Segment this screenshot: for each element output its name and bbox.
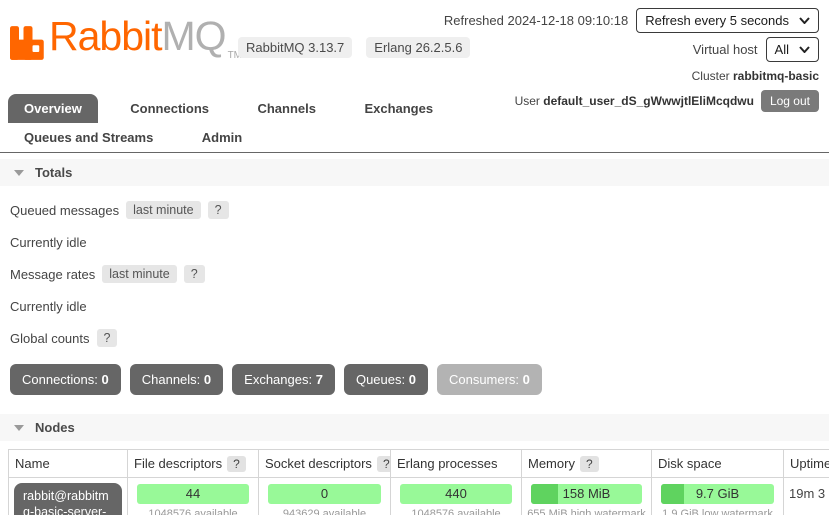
logo-mq-text: MQ xyxy=(162,13,226,59)
col-erlang-processes: Erlang processes xyxy=(391,450,522,478)
refresh-row: Refreshed 2024-12-18 09:10:18 Refresh ev… xyxy=(444,8,819,33)
logout-button[interactable]: Log out xyxy=(761,90,819,112)
queued-messages-status: Currently idle xyxy=(10,235,829,250)
cluster-label: Cluster xyxy=(692,69,730,83)
rabbitmq-overview-page: RabbitMQ TM RabbitMQ 3.13.7 Erlang 26.2.… xyxy=(0,0,829,515)
socket-descriptors-detail: 943629 available xyxy=(264,508,385,515)
tab-admin[interactable]: Admin xyxy=(186,123,258,152)
nodes-section-header[interactable]: Nodes xyxy=(0,414,829,441)
consumers-count-button[interactable]: Consumers: 0 xyxy=(437,364,542,395)
tab-channels[interactable]: Channels xyxy=(241,94,332,123)
channels-count-button[interactable]: Channels: 0 xyxy=(130,364,223,395)
queued-messages-line: Queued messages last minute ? xyxy=(10,201,829,219)
col-socket-descriptors: Socket descriptors? xyxy=(259,450,391,478)
queued-messages-range-selector[interactable]: last minute xyxy=(126,201,200,219)
memory-bar: 158 MiB xyxy=(531,484,642,504)
collapse-triangle-icon xyxy=(14,425,24,431)
file-descriptors-cell: 44 1048576 available xyxy=(128,478,259,515)
logo-rabbit-text: Rabbit xyxy=(49,13,162,59)
uptime-value: 19m 3 xyxy=(789,483,829,501)
nodes-table-header-row: Name File descriptors? Socket descriptor… xyxy=(9,450,829,478)
message-rates-help[interactable]: ? xyxy=(184,265,205,283)
tab-queues-and-streams[interactable]: Queues and Streams xyxy=(8,123,169,152)
virtual-host-select[interactable]: All xyxy=(766,37,819,62)
disk-space-bar: 9.7 GiB xyxy=(661,484,774,504)
message-rates-label: Message rates xyxy=(10,267,95,282)
col-uptime: Uptime xyxy=(784,450,829,478)
cluster-row: Cluster rabbitmq-basic xyxy=(444,69,819,83)
virtual-host-row: Virtual host All xyxy=(444,37,819,62)
queues-count-button[interactable]: Queues: 0 xyxy=(344,364,428,395)
refresh-interval-select[interactable]: Refresh every 5 seconds xyxy=(636,8,819,33)
node-name-cell: rabbit@rabbitmq-basic-server-0.rabbitmq-… xyxy=(9,478,128,515)
chevron-down-icon xyxy=(799,46,810,53)
user-label: User xyxy=(515,94,540,108)
version-badges: RabbitMQ 3.13.7 Erlang 26.2.5.6 xyxy=(238,37,470,58)
message-rates-range-selector[interactable]: last minute xyxy=(102,265,176,283)
refreshed-timestamp: Refreshed 2024-12-18 09:10:18 xyxy=(444,13,628,28)
file-descriptors-bar: 44 xyxy=(137,484,249,504)
file-descriptors-detail: 1048576 available xyxy=(133,508,253,515)
rabbitmq-logo[interactable]: RabbitMQ TM xyxy=(10,16,242,65)
memory-help[interactable]: ? xyxy=(580,456,599,472)
col-file-descriptors: File descriptors? xyxy=(128,450,259,478)
message-rates-line: Message rates last minute ? xyxy=(10,265,829,283)
virtual-host-label: Virtual host xyxy=(693,42,758,57)
node-name-badge[interactable]: rabbit@rabbitmq-basic-server-0.rabbitmq-… xyxy=(14,483,122,515)
uptime-cell: 19m 3 xyxy=(784,478,829,515)
socket-descriptors-help[interactable]: ? xyxy=(377,456,391,472)
erlang-processes-detail: 1048576 available xyxy=(396,508,516,515)
rabbitmq-rabbit-icon xyxy=(10,26,46,65)
global-counts-label: Global counts xyxy=(10,331,90,346)
header: RabbitMQ TM RabbitMQ 3.13.7 Erlang 26.2.… xyxy=(0,0,829,92)
logo-wordmark: RabbitMQ xyxy=(49,16,226,57)
col-name: Name xyxy=(9,450,128,478)
tabs-divider xyxy=(0,152,829,153)
node-row: rabbit@rabbitmq-basic-server-0.rabbitmq-… xyxy=(9,478,829,515)
topbar-right: Refreshed 2024-12-18 09:10:18 Refresh ev… xyxy=(444,8,819,112)
tabs-row-2: Queues and Streams Admin xyxy=(8,123,829,152)
chevron-down-icon xyxy=(799,17,810,24)
queued-messages-label: Queued messages xyxy=(10,203,119,218)
col-disk-space: Disk space xyxy=(652,450,784,478)
erlang-processes-cell: 440 1048576 available xyxy=(391,478,522,515)
connections-count-button[interactable]: Connections: 0 xyxy=(10,364,121,395)
socket-descriptors-bar: 0 xyxy=(268,484,381,504)
user-row: User default_user_dS_gWwwjtlEliMcqdwu Lo… xyxy=(444,90,819,112)
cluster-name: rabbitmq-basic xyxy=(733,69,819,83)
exchanges-count-button[interactable]: Exchanges: 7 xyxy=(232,364,335,395)
nodes-section-title: Nodes xyxy=(35,420,75,435)
disk-space-detail: 1.9 GiB low watermark xyxy=(657,508,778,515)
queued-messages-help[interactable]: ? xyxy=(208,201,229,219)
nodes-table: Name File descriptors? Socket descriptor… xyxy=(8,449,829,515)
tab-exchanges[interactable]: Exchanges xyxy=(348,94,449,123)
memory-cell: 158 MiB 655 MiB high watermark xyxy=(522,478,652,515)
totals-section-title: Totals xyxy=(35,165,72,180)
tab-overview[interactable]: Overview xyxy=(8,94,98,123)
disk-space-cell: 9.7 GiB 1.9 GiB low watermark xyxy=(652,478,784,515)
user-name: default_user_dS_gWwwjtlEliMcqdwu xyxy=(543,94,754,108)
global-counts-help[interactable]: ? xyxy=(97,329,118,347)
collapse-triangle-icon xyxy=(14,170,24,176)
erlang-processes-bar: 440 xyxy=(400,484,512,504)
tab-connections[interactable]: Connections xyxy=(114,94,225,123)
virtual-host-value: All xyxy=(775,42,789,57)
col-memory: Memory? xyxy=(522,450,652,478)
file-descriptors-help[interactable]: ? xyxy=(227,456,246,472)
refresh-interval-value: Refresh every 5 seconds xyxy=(645,13,789,28)
global-counts-buttons: Connections: 0 Channels: 0 Exchanges: 7 … xyxy=(10,364,829,395)
global-counts-line: Global counts ? xyxy=(10,329,829,347)
memory-detail: 655 MiB high watermark xyxy=(527,508,646,515)
totals-section-header[interactable]: Totals xyxy=(0,159,829,186)
message-rates-status: Currently idle xyxy=(10,299,829,314)
rabbitmq-version-badge: RabbitMQ 3.13.7 xyxy=(238,37,352,58)
socket-descriptors-cell: 0 943629 available xyxy=(259,478,391,515)
